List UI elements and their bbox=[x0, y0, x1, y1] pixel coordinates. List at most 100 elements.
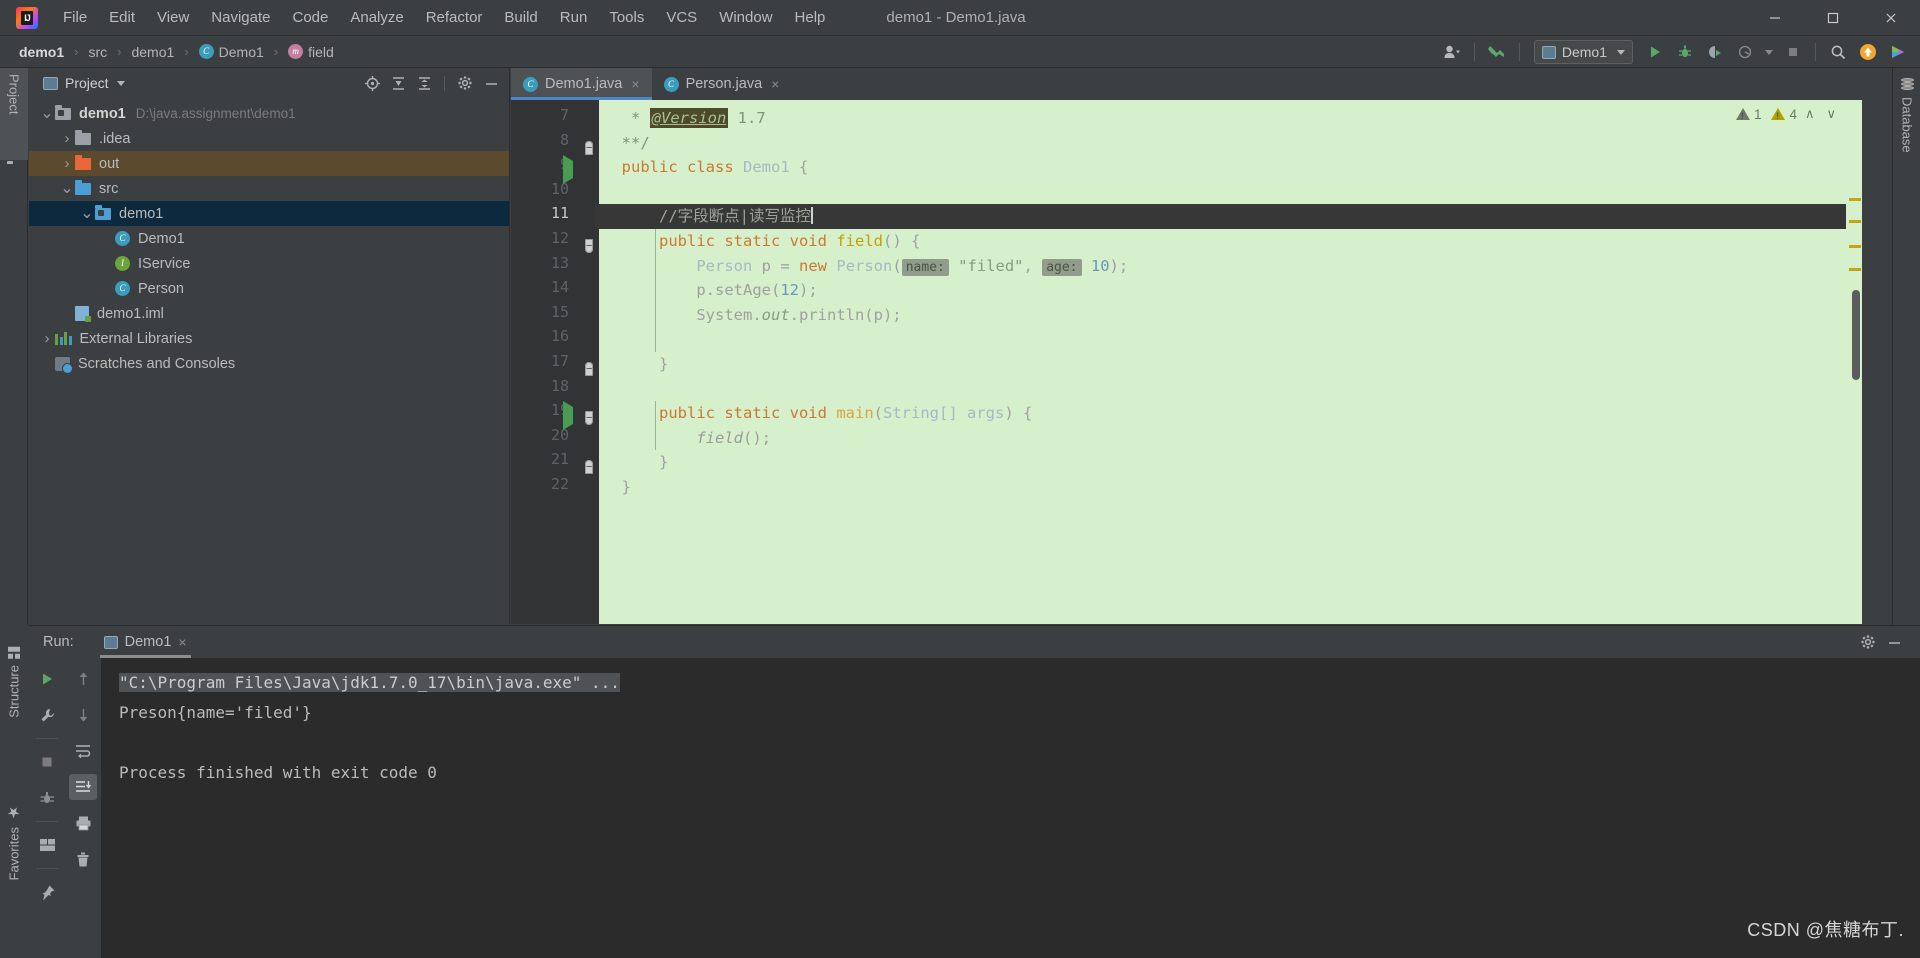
tree-node-iservice[interactable]: I IService bbox=[29, 251, 509, 276]
arrow-up-icon[interactable] bbox=[69, 666, 97, 692]
close-icon[interactable]: × bbox=[771, 76, 779, 92]
profiler-icon[interactable] bbox=[1731, 39, 1759, 65]
menu-item-run[interactable]: Run bbox=[549, 5, 599, 30]
code-line-18[interactable] bbox=[599, 377, 1862, 402]
scroll-to-end-icon[interactable] bbox=[69, 774, 97, 800]
soft-wrap-icon[interactable] bbox=[69, 738, 97, 764]
minimize-button[interactable] bbox=[1746, 0, 1804, 36]
run-gutter-icon[interactable] bbox=[563, 155, 581, 185]
hide-icon[interactable] bbox=[1882, 630, 1906, 654]
menu-item-navigate[interactable]: Navigate bbox=[200, 5, 281, 30]
collapse-all-icon[interactable] bbox=[412, 71, 436, 95]
menu-item-tools[interactable]: Tools bbox=[598, 5, 655, 30]
vcs-update-icon[interactable] bbox=[1483, 39, 1511, 65]
search-everywhere-icon[interactable] bbox=[1824, 39, 1852, 65]
tree-node-person[interactable]: C Person bbox=[29, 276, 509, 301]
next-problem-icon[interactable]: ∨ bbox=[1822, 106, 1840, 122]
hide-icon[interactable] bbox=[479, 71, 503, 95]
sidebar-tab-structure[interactable]: Structure bbox=[0, 641, 28, 724]
menu-item-code[interactable]: Code bbox=[281, 5, 339, 30]
chevron-down-icon[interactable]: ⌄ bbox=[59, 180, 75, 196]
code-line-8[interactable]: **/ bbox=[599, 131, 1862, 156]
close-icon[interactable]: × bbox=[178, 634, 186, 650]
pin-icon[interactable] bbox=[33, 879, 61, 905]
tree-node--idea[interactable]: › .idea bbox=[29, 126, 509, 151]
code-line-14[interactable]: p.setAge(12); bbox=[599, 278, 1862, 303]
debug-icon[interactable] bbox=[1671, 39, 1699, 65]
stop-icon[interactable] bbox=[33, 749, 61, 775]
locate-icon[interactable] bbox=[360, 71, 384, 95]
breadcrumb-item-src[interactable]: src bbox=[85, 42, 110, 62]
editor-gutter[interactable]: 7 8 9 10 11 12 13 14 15 16 17 18 19 20 21 22 − − − − − bbox=[511, 100, 599, 624]
ide-update-badge-icon[interactable] bbox=[1854, 39, 1882, 65]
menu-item-file[interactable]: File bbox=[52, 5, 98, 30]
settings-gear-icon[interactable] bbox=[1856, 630, 1880, 654]
code-line-10[interactable] bbox=[599, 180, 1862, 205]
close-icon[interactable]: × bbox=[631, 76, 639, 92]
breadcrumb-item-field[interactable]: m field bbox=[285, 42, 337, 62]
console-output[interactable]: "C:\Program Files\Java\jdk1.7.0_17\bin\j… bbox=[101, 658, 1920, 958]
error-stripe-scrollbar[interactable] bbox=[1846, 100, 1862, 624]
chevron-right-icon[interactable]: › bbox=[39, 330, 55, 347]
tree-node-scratches-and-consoles[interactable]: Scratches and Consoles bbox=[29, 351, 509, 376]
code-line-16[interactable] bbox=[599, 327, 1862, 352]
tree-node-external-libraries[interactable]: › External Libraries bbox=[29, 326, 509, 351]
print-icon[interactable] bbox=[69, 810, 97, 836]
menu-item-edit[interactable]: Edit bbox=[98, 5, 146, 30]
debug-attach-icon[interactable] bbox=[33, 785, 61, 811]
tree-node-demo1[interactable]: ⌄ demo1 bbox=[29, 201, 509, 226]
tree-node-out[interactable]: › out bbox=[29, 151, 509, 176]
preview-icon[interactable] bbox=[1884, 39, 1912, 65]
chevron-down-icon[interactable]: ⌄ bbox=[39, 105, 55, 121]
code-line-12[interactable]: public static void field() { bbox=[599, 229, 1862, 254]
code-line-13[interactable]: Person p = new Person(name: "filed", age… bbox=[599, 254, 1862, 279]
code-line-20[interactable]: field(); bbox=[599, 426, 1862, 451]
tree-node-demo1[interactable]: ⌄ demo1 D:\java.assignment\demo1 bbox=[29, 101, 509, 126]
layout-icon[interactable] bbox=[33, 832, 61, 858]
code-content[interactable]: * @Version 1.7 **/ public class Demo1 { … bbox=[595, 100, 1862, 624]
code-line-9[interactable]: public class Demo1 { bbox=[599, 155, 1862, 180]
run-with-coverage-icon[interactable] bbox=[1701, 39, 1729, 65]
menu-item-help[interactable]: Help bbox=[784, 5, 837, 30]
code-editor[interactable]: 7 8 9 10 11 12 13 14 15 16 17 18 19 20 21 22 − − − − − * @V… bbox=[511, 100, 1862, 624]
code-line-19[interactable]: public static void main(String[] args) { bbox=[599, 401, 1862, 426]
breadcrumb-item-demo1[interactable]: C Demo1 bbox=[196, 42, 267, 62]
sidebar-tab-database[interactable]: Database bbox=[1893, 72, 1920, 182]
wrench-settings-icon[interactable] bbox=[33, 702, 61, 728]
breadcrumb-item-demo1[interactable]: demo1 bbox=[16, 42, 67, 62]
maximize-button[interactable] bbox=[1804, 0, 1862, 36]
code-line-17[interactable]: } bbox=[599, 352, 1862, 377]
run-gutter-icon[interactable] bbox=[563, 401, 581, 431]
profiler-dropdown-icon[interactable] bbox=[1761, 39, 1777, 65]
editor-tab-demo1-java[interactable]: C Demo1.java × bbox=[511, 68, 652, 100]
previous-problem-icon[interactable]: ∧ bbox=[1801, 106, 1819, 122]
tree-node-demo1[interactable]: C Demo1 bbox=[29, 226, 509, 251]
clear-all-icon[interactable] bbox=[69, 846, 97, 872]
breadcrumb-item-demo1[interactable]: demo1 bbox=[128, 42, 177, 62]
tree-node-demo1-iml[interactable]: demo1.iml bbox=[29, 301, 509, 326]
chevron-right-icon[interactable]: › bbox=[59, 130, 75, 147]
menu-item-refactor[interactable]: Refactor bbox=[415, 5, 494, 30]
code-line-22[interactable]: } bbox=[599, 475, 1862, 500]
menu-item-analyze[interactable]: Analyze bbox=[339, 5, 414, 30]
sidebar-tab-project[interactable]: Project bbox=[0, 68, 28, 160]
sidebar-tab-favorites[interactable]: Favorites ★ bbox=[0, 797, 28, 886]
menu-item-view[interactable]: View bbox=[146, 5, 200, 30]
chevron-right-icon[interactable]: › bbox=[59, 155, 75, 172]
project-view-chevron-down-icon[interactable] bbox=[116, 80, 125, 86]
editor-tab-person-java[interactable]: C Person.java × bbox=[652, 68, 792, 100]
code-line-15[interactable]: System.out.println(p); bbox=[599, 303, 1862, 328]
code-line-11[interactable]: //字段断点|读写监控 bbox=[595, 204, 1862, 229]
user-account-icon[interactable] bbox=[1438, 39, 1466, 65]
run-configuration-selector[interactable]: Demo1 bbox=[1533, 40, 1633, 64]
menu-item-window[interactable]: Window bbox=[708, 5, 783, 30]
tree-node-src[interactable]: ⌄ src bbox=[29, 176, 509, 201]
close-button[interactable] bbox=[1862, 0, 1920, 36]
settings-gear-icon[interactable] bbox=[453, 71, 477, 95]
code-line-21[interactable]: } bbox=[599, 450, 1862, 475]
inspections-widget[interactable]: 1 4 ∧ ∨ bbox=[1735, 106, 1840, 122]
stop-icon[interactable] bbox=[1779, 39, 1807, 65]
run-tab-demo1[interactable]: Demo1 × bbox=[96, 626, 195, 658]
rerun-icon[interactable] bbox=[33, 666, 61, 692]
expand-all-icon[interactable] bbox=[386, 71, 410, 95]
